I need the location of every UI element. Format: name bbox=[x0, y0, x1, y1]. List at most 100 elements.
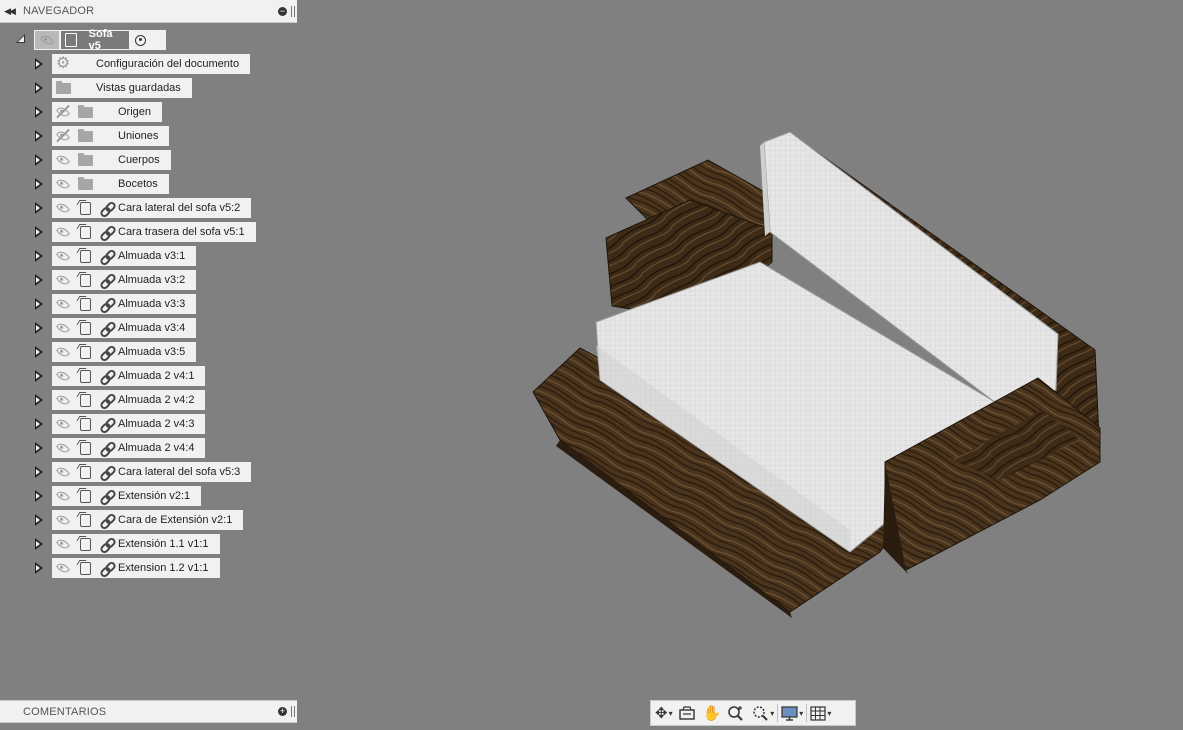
root-visibility-toggle[interactable] bbox=[35, 31, 59, 49]
browser-item[interactable]: Almuada 2 v4:1 bbox=[0, 366, 297, 387]
expand-icon[interactable] bbox=[35, 418, 43, 430]
eye-icon[interactable] bbox=[55, 368, 71, 384]
expand-icon[interactable] bbox=[35, 202, 43, 214]
eye-icon[interactable] bbox=[55, 464, 71, 480]
expand-icon[interactable] bbox=[35, 250, 43, 262]
browser-item[interactable]: Extensión 1.1 v1:1 bbox=[0, 534, 297, 555]
browser-item-chip[interactable]: Cuerpos bbox=[52, 150, 171, 170]
expand-icon[interactable] bbox=[35, 130, 43, 142]
root-component[interactable]: Sofa v5 bbox=[34, 28, 166, 52]
expand-icon[interactable] bbox=[35, 346, 43, 358]
eye-icon-slot[interactable] bbox=[52, 366, 74, 386]
browser-item[interactable]: Almuada v3:4 bbox=[0, 318, 297, 339]
zoom-icon[interactable] bbox=[727, 702, 744, 724]
eye-icon[interactable] bbox=[55, 512, 71, 528]
browser-item[interactable]: Almuada 2 v4:2 bbox=[0, 390, 297, 411]
grid-icon[interactable]: ▾ bbox=[810, 702, 831, 724]
expand-icon[interactable] bbox=[35, 226, 43, 238]
eye-hidden-icon-slot[interactable] bbox=[52, 102, 74, 122]
eye-icon-slot[interactable] bbox=[52, 294, 74, 314]
eye-icon[interactable] bbox=[55, 320, 71, 336]
browser-item[interactable]: Almuada v3:1 bbox=[0, 246, 297, 267]
browser-item[interactable]: Cuerpos bbox=[0, 150, 297, 170]
expand-icon[interactable] bbox=[35, 58, 43, 70]
browser-item[interactable]: Cara lateral del sofa v5:2 bbox=[0, 198, 297, 219]
eye-icon-slot[interactable] bbox=[52, 150, 74, 170]
eye-icon[interactable] bbox=[55, 488, 71, 504]
eye-icon[interactable] bbox=[55, 416, 71, 432]
browser-item-chip[interactable]: Almuada v3:5 bbox=[52, 342, 197, 363]
expand-icon[interactable] bbox=[35, 274, 43, 286]
eye-icon[interactable] bbox=[55, 536, 71, 552]
add-comment-icon[interactable]: + bbox=[278, 707, 287, 716]
expand-icon[interactable] bbox=[35, 178, 43, 190]
eye-hidden-icon[interactable] bbox=[55, 104, 71, 120]
browser-item-chip[interactable]: Origen bbox=[52, 102, 163, 122]
browser-item-chip[interactable]: Bocetos bbox=[52, 174, 169, 194]
eye-icon[interactable] bbox=[55, 344, 71, 360]
browser-item-chip[interactable]: Cara lateral del sofa v5:3 bbox=[52, 462, 252, 483]
eye-icon[interactable] bbox=[55, 200, 71, 216]
browser-item-chip[interactable]: Extensión 1.1 v1:1 bbox=[52, 534, 220, 555]
browser-item-chip[interactable]: Almuada v3:1 bbox=[52, 246, 197, 267]
eye-icon-slot[interactable] bbox=[52, 534, 74, 554]
expand-icon[interactable] bbox=[35, 562, 43, 574]
browser-item[interactable]: Almuada v3:3 bbox=[0, 294, 297, 315]
eye-icon-slot[interactable] bbox=[52, 558, 74, 578]
browser-item-chip[interactable]: Almuada 2 v4:4 bbox=[52, 438, 206, 459]
expand-icon[interactable] bbox=[35, 490, 43, 502]
browser-item[interactable]: Almuada 2 v4:4 bbox=[0, 438, 297, 459]
browser-item-chip[interactable]: Vistas guardadas bbox=[52, 78, 192, 98]
collapse-panel-icon[interactable]: ◀◀ bbox=[0, 6, 18, 17]
browser-item[interactable]: Bocetos bbox=[0, 174, 297, 194]
eye-icon-slot[interactable] bbox=[52, 438, 74, 458]
eye-icon[interactable] bbox=[55, 224, 71, 240]
browser-item[interactable]: Origen bbox=[0, 102, 297, 122]
browser-item-chip[interactable]: Cara lateral del sofa v5:2 bbox=[52, 198, 252, 219]
root-name-box[interactable]: Sofa v5 bbox=[61, 28, 129, 52]
fit-icon[interactable]: ▾ bbox=[752, 702, 774, 724]
browser-item-chip[interactable]: Almuada 2 v4:3 bbox=[52, 414, 206, 435]
browser-item-chip[interactable]: Cara trasera del sofa v5:1 bbox=[52, 222, 256, 243]
eye-icon-slot[interactable] bbox=[52, 414, 74, 434]
expand-icon[interactable] bbox=[35, 538, 43, 550]
look-at-icon[interactable] bbox=[678, 702, 695, 724]
expand-icon[interactable] bbox=[35, 442, 43, 454]
browser-item[interactable]: ⚙ Configuración del documento bbox=[0, 54, 297, 74]
browser-item-chip[interactable]: Almuada v3:4 bbox=[52, 318, 197, 339]
eye-icon[interactable] bbox=[55, 176, 71, 192]
browser-item-chip[interactable]: Extensión v2:1 bbox=[52, 486, 202, 507]
browser-item[interactable]: Vistas guardadas bbox=[0, 78, 297, 98]
browser-item-chip[interactable]: Cara de Extensión v2:1 bbox=[52, 510, 244, 531]
eye-icon[interactable] bbox=[55, 296, 71, 312]
minimize-panel-icon[interactable]: − bbox=[278, 6, 287, 16]
expand-icon[interactable] bbox=[35, 514, 43, 526]
expand-icon[interactable] bbox=[35, 298, 43, 310]
chevron-down-icon[interactable]: ▾ bbox=[669, 709, 673, 718]
browser-item-chip[interactable]: Almuada v3:3 bbox=[52, 294, 197, 315]
eye-icon[interactable] bbox=[55, 272, 71, 288]
activate-component-icon[interactable] bbox=[135, 34, 146, 46]
browser-item-chip[interactable]: Almuada v3:2 bbox=[52, 270, 197, 291]
panel-grip-icon[interactable] bbox=[291, 706, 295, 717]
browser-item[interactable]: Cara trasera del sofa v5:1 bbox=[0, 222, 297, 243]
browser-item[interactable]: Extension 1.2 v1:1 bbox=[0, 558, 297, 579]
browser-item[interactable]: Almuada v3:5 bbox=[0, 342, 297, 363]
browser-item-chip[interactable]: Uniones bbox=[52, 126, 170, 146]
display-settings-icon[interactable]: ▾ bbox=[781, 702, 803, 724]
browser-item[interactable]: Almuada v3:2 bbox=[0, 270, 297, 291]
expand-icon[interactable] bbox=[35, 370, 43, 382]
eye-icon[interactable] bbox=[55, 392, 71, 408]
eye-hidden-icon[interactable] bbox=[55, 128, 71, 144]
eye-icon-slot[interactable] bbox=[52, 198, 74, 218]
expand-icon[interactable] bbox=[35, 466, 43, 478]
panel-grip-icon[interactable] bbox=[291, 5, 295, 17]
eye-icon-slot[interactable] bbox=[52, 462, 74, 482]
browser-item[interactable]: Cara lateral del sofa v5:3 bbox=[0, 462, 297, 483]
browser-item[interactable]: Almuada 2 v4:3 bbox=[0, 414, 297, 435]
orbit-icon[interactable]: ✥ ▾ bbox=[655, 702, 673, 724]
root-expander-icon[interactable] bbox=[16, 34, 25, 43]
expand-icon[interactable] bbox=[35, 106, 43, 118]
browser-item-chip[interactable]: Almuada 2 v4:1 bbox=[52, 366, 206, 387]
browser-item[interactable]: Extensión v2:1 bbox=[0, 486, 297, 507]
